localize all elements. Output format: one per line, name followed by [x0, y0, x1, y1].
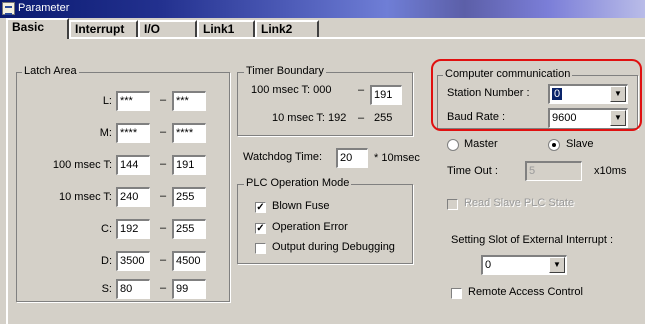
- watchdog-unit: * 10msec: [374, 152, 420, 164]
- tab-interrupt[interactable]: Interrupt: [69, 20, 138, 37]
- tab-link1[interactable]: Link1: [197, 20, 255, 37]
- latch-l-from-input[interactable]: ***: [116, 91, 150, 111]
- latch-d-label: D:: [101, 255, 112, 267]
- window-title: Parameter: [18, 2, 70, 14]
- latch-m-label: M:: [99, 127, 112, 139]
- read-slave-label: Read Slave PLC State: [464, 197, 575, 209]
- latch-10t-dash: –: [160, 190, 167, 202]
- remote-access-checkbox[interactable]: [451, 288, 462, 299]
- watchdog-input[interactable]: 20: [336, 148, 368, 168]
- app-icon: [2, 2, 15, 15]
- highlight-annotation: [431, 59, 642, 131]
- latch-d-dash: –: [160, 254, 167, 266]
- slave-radio[interactable]: [548, 139, 560, 151]
- latch-l-label: L:: [102, 95, 112, 107]
- latch-l-dash: –: [160, 94, 167, 106]
- output-debugging-checkbox[interactable]: [255, 243, 266, 254]
- latch-c-from-input[interactable]: 192: [116, 219, 150, 239]
- latch-100t-from-input[interactable]: 144: [116, 155, 150, 175]
- timer-100ms-dash: –: [358, 84, 365, 96]
- title-bar: [0, 0, 645, 18]
- timeout-unit: x10ms: [594, 165, 627, 177]
- read-slave-checkbox[interactable]: [447, 199, 458, 210]
- latch-m-to-input[interactable]: ****: [172, 123, 206, 143]
- latch-area-title: Latch Area: [22, 65, 79, 77]
- latch-c-dash: –: [160, 222, 167, 234]
- timer-10ms-value: 255: [374, 112, 393, 124]
- slave-label: Slave: [566, 138, 594, 150]
- latch-c-to-input[interactable]: 255: [172, 219, 206, 239]
- timeout-label: Time Out :: [447, 165, 498, 177]
- remote-access-label: Remote Access Control: [468, 286, 583, 298]
- timer-10ms-label: 10 msec T: 192: [272, 112, 347, 124]
- latch-s-from-input[interactable]: 80: [116, 279, 150, 299]
- latch-100t-label: 100 msec T:: [52, 159, 112, 171]
- latch-d-from-input[interactable]: 3500: [116, 251, 150, 271]
- timer-boundary-title: Timer Boundary: [244, 65, 326, 77]
- latch-100t-dash: –: [160, 158, 167, 170]
- latch-100t-to-input[interactable]: 191: [172, 155, 206, 175]
- latch-s-to-input[interactable]: 99: [172, 279, 206, 299]
- tab-basic[interactable]: Basic: [6, 18, 69, 39]
- latch-c-label: C:: [101, 223, 112, 235]
- master-label: Master: [464, 138, 498, 150]
- master-radio[interactable]: [447, 139, 459, 151]
- operation-error-label: Operation Error: [272, 221, 348, 233]
- latch-l-to-input[interactable]: ***: [172, 91, 206, 111]
- latch-m-dash: –: [160, 126, 167, 138]
- latch-d-to-input[interactable]: 4500: [172, 251, 206, 271]
- timer-100ms-input[interactable]: 191: [370, 85, 402, 105]
- latch-10t-to-input[interactable]: 255: [172, 187, 206, 207]
- ext-interrupt-label: Setting Slot of External Interrupt :: [451, 234, 614, 246]
- timer-100ms-label: 100 msec T: 000: [251, 84, 332, 96]
- latch-10t-from-input[interactable]: 240: [116, 187, 150, 207]
- latch-10t-label: 10 msec T:: [59, 191, 112, 203]
- blown-fuse-checkbox[interactable]: ✓: [255, 202, 266, 213]
- operation-error-checkbox[interactable]: ✓: [255, 223, 266, 234]
- tab-link2[interactable]: Link2: [255, 20, 319, 37]
- ext-interrupt-dropdown-icon[interactable]: ▼: [549, 257, 565, 273]
- timeout-input[interactable]: 5: [525, 161, 582, 181]
- latch-s-label: S:: [101, 283, 112, 295]
- blown-fuse-label: Blown Fuse: [272, 200, 330, 212]
- plc-mode-title: PLC Operation Mode: [244, 177, 352, 189]
- timer-10ms-dash: –: [358, 112, 365, 124]
- output-debugging-label: Output during Debugging: [272, 241, 395, 253]
- tab-io[interactable]: I/O: [138, 20, 197, 37]
- watchdog-label: Watchdog Time:: [243, 151, 323, 163]
- latch-s-dash: –: [160, 282, 167, 294]
- latch-m-from-input[interactable]: ****: [116, 123, 150, 143]
